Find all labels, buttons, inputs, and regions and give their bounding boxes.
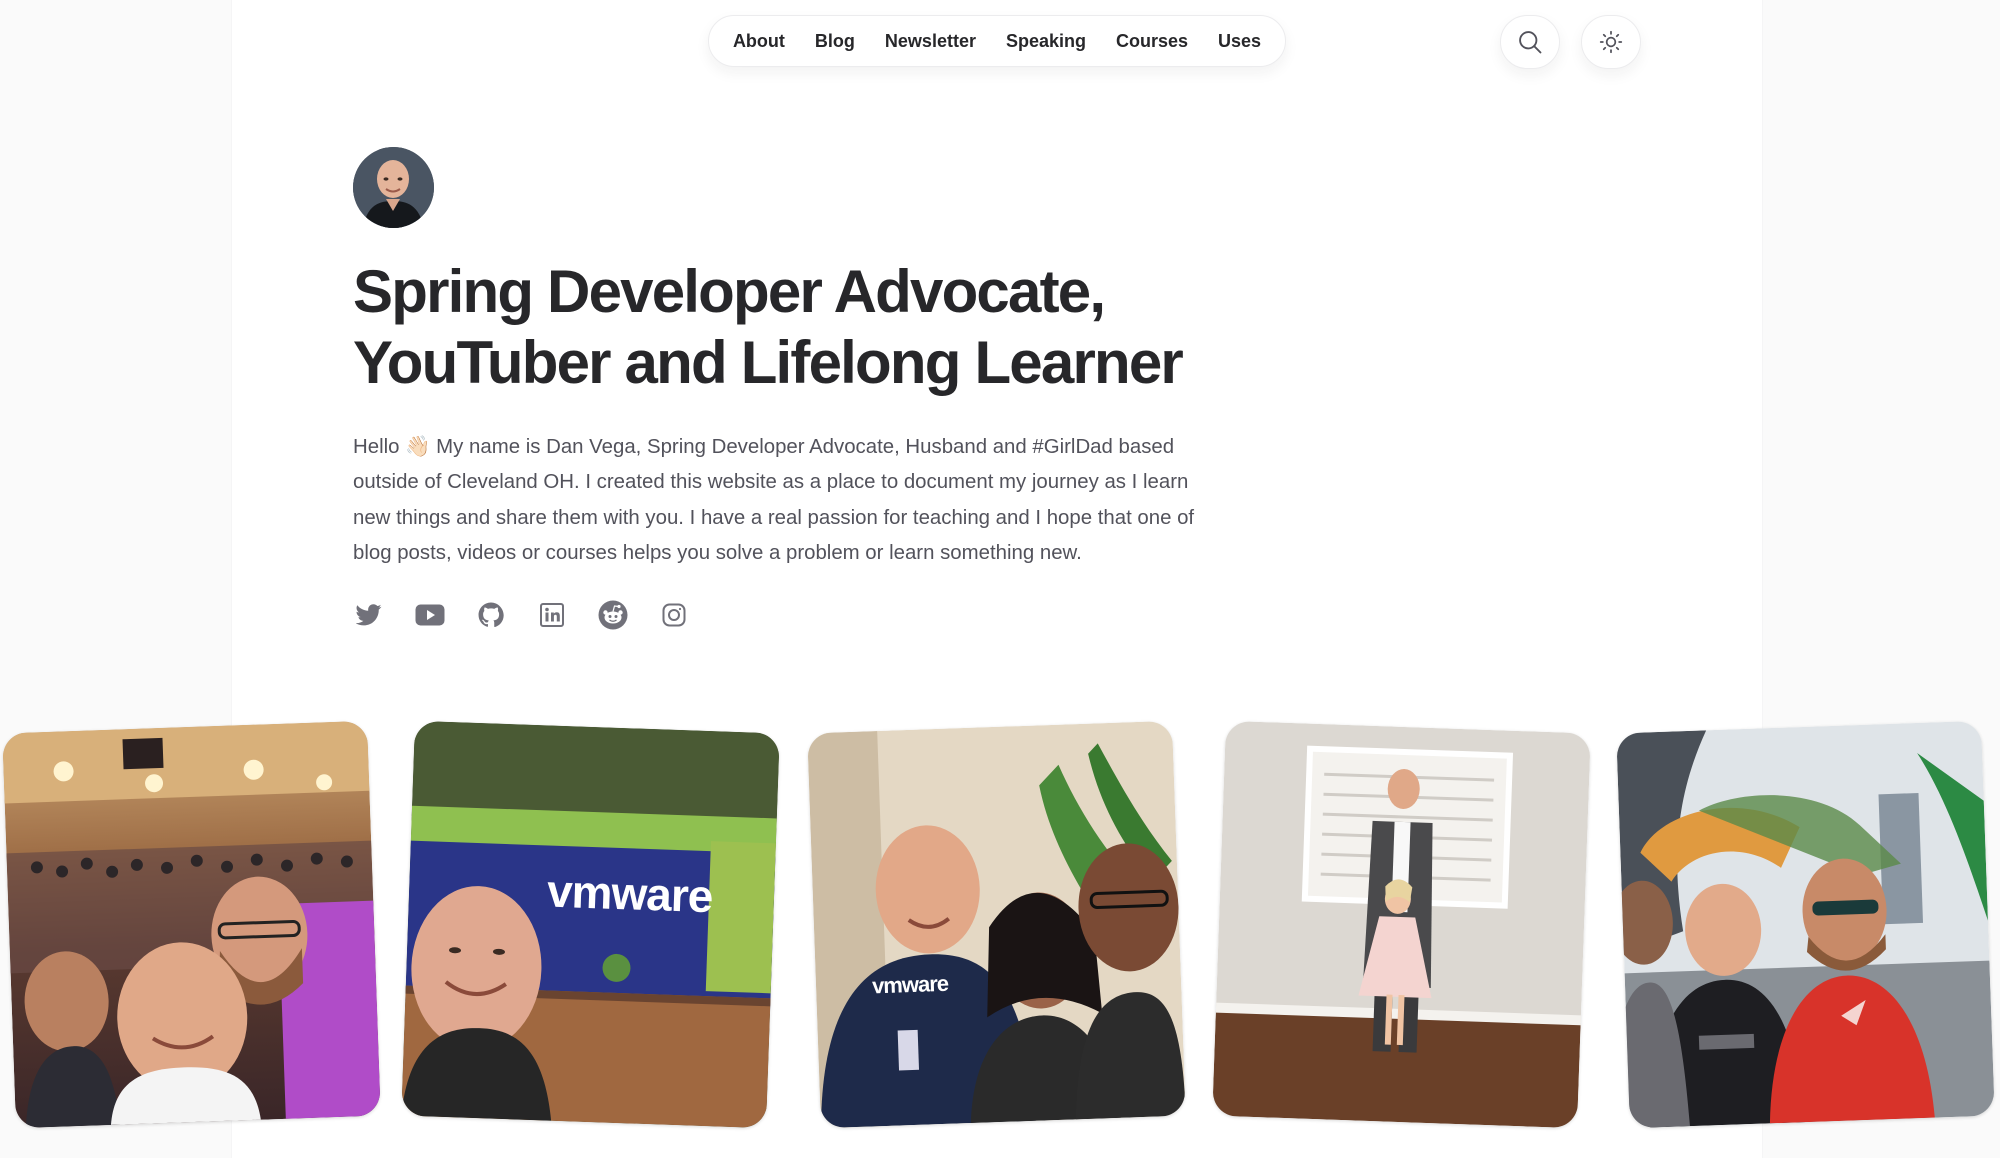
instagram-icon[interactable] bbox=[658, 599, 690, 631]
photo-team-selfie: vmware bbox=[807, 720, 1186, 1129]
photo-conference-crowd bbox=[2, 720, 381, 1129]
nav-uses[interactable]: Uses bbox=[1203, 15, 1276, 67]
vmware-sign-text: vmware bbox=[546, 864, 714, 923]
bio-line: blog posts, videos or courses helps you … bbox=[353, 542, 1082, 565]
search-button[interactable] bbox=[1500, 15, 1560, 69]
bio-line: Hello 👋🏻 My name is Dan Vega, Spring Dev… bbox=[353, 436, 1175, 458]
sun-icon bbox=[1599, 30, 1623, 54]
nav-speaking[interactable]: Speaking bbox=[991, 15, 1101, 67]
nav-courses[interactable]: Courses bbox=[1101, 15, 1203, 67]
avatar[interactable] bbox=[353, 147, 434, 228]
nav-about[interactable]: About bbox=[718, 15, 800, 67]
twitter-icon[interactable] bbox=[353, 599, 385, 631]
nav-blog[interactable]: Blog bbox=[800, 15, 870, 67]
bio-line: new things and share them with you. I ha… bbox=[353, 506, 1195, 529]
photo-father-daughter bbox=[1212, 720, 1591, 1129]
social-links bbox=[353, 599, 690, 631]
youtube-icon[interactable] bbox=[414, 599, 446, 631]
headline-line-1: Spring Developer Advocate, bbox=[353, 258, 1106, 325]
page-title: Spring Developer Advocate, YouTuber and … bbox=[353, 256, 1253, 398]
main-nav: About Blog Newsletter Speaking Courses U… bbox=[708, 15, 1286, 67]
vmware-shirt-text: vmware bbox=[871, 970, 949, 999]
search-icon bbox=[1519, 31, 1542, 54]
linkedin-icon[interactable] bbox=[536, 599, 568, 631]
headline-line-2: YouTuber and Lifelong Learner bbox=[353, 329, 1184, 396]
bio-line: outside of Cleveland OH. I created this … bbox=[353, 471, 1189, 494]
intro-paragraph: Hello 👋🏻 My name is Dan Vega, Spring Dev… bbox=[353, 430, 1203, 572]
github-icon[interactable] bbox=[475, 599, 507, 631]
theme-toggle-button[interactable] bbox=[1581, 15, 1641, 69]
reddit-icon[interactable] bbox=[597, 599, 629, 631]
photo-outdoor-group bbox=[1616, 720, 1995, 1129]
nav-newsletter[interactable]: Newsletter bbox=[870, 15, 991, 67]
photo-vmware-office: vmware bbox=[401, 720, 780, 1129]
